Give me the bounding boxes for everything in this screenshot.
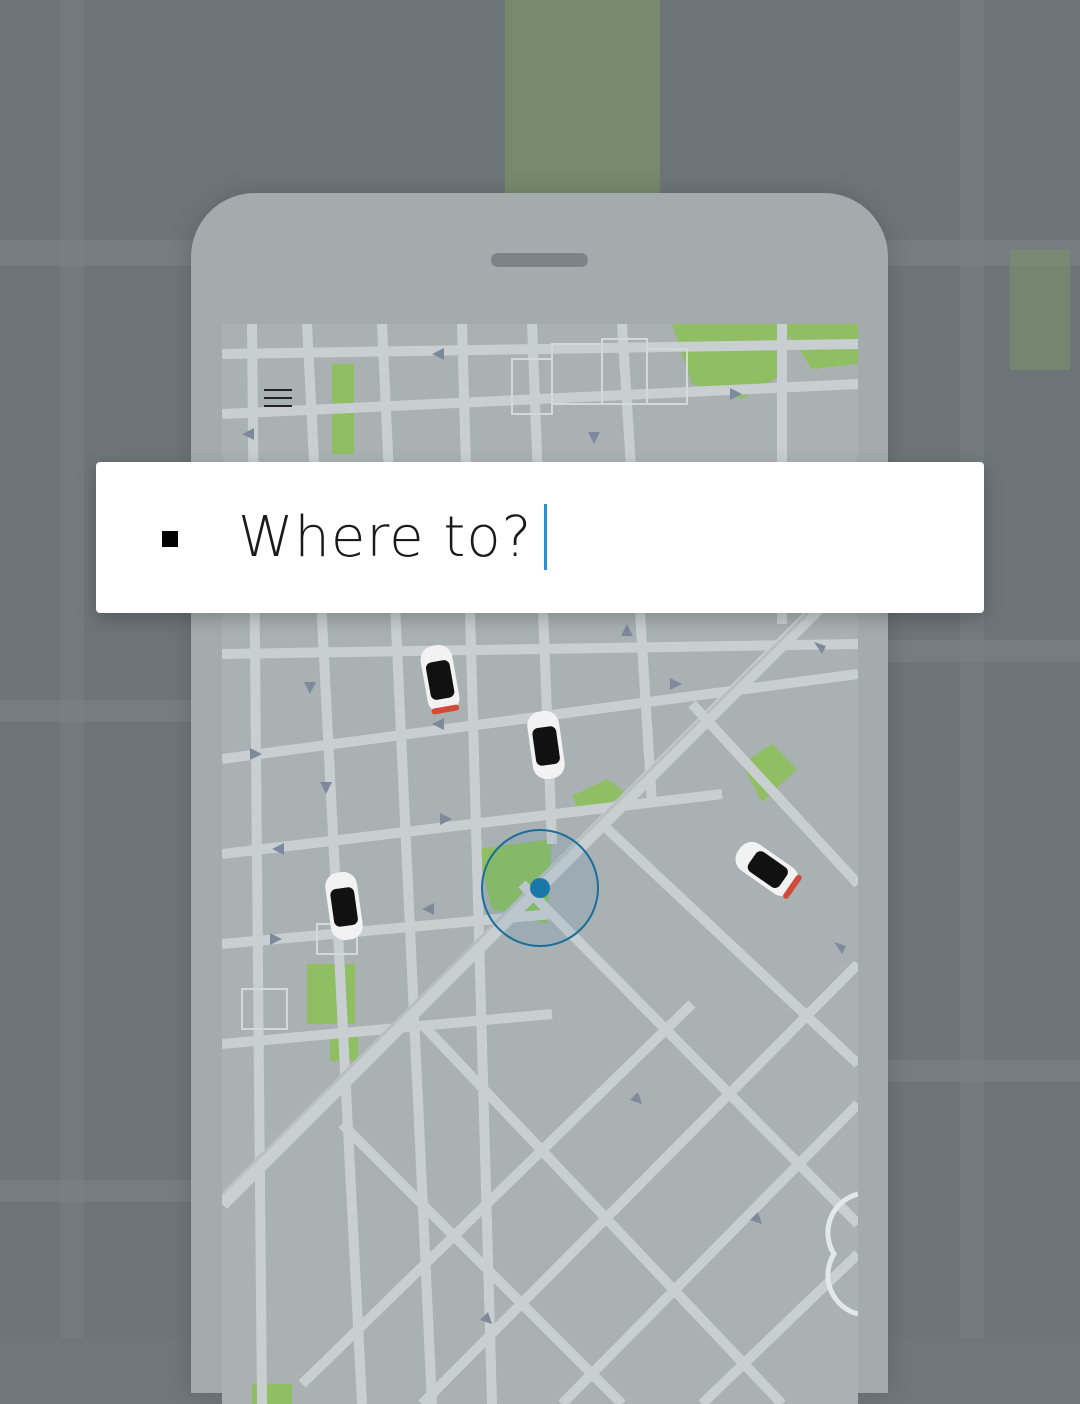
current-location-dot-icon bbox=[530, 878, 550, 898]
park bbox=[307, 964, 355, 1024]
where-to-search-box[interactable]: Where to? bbox=[96, 462, 984, 613]
text-caret bbox=[544, 503, 548, 570]
search-input[interactable]: Where to? bbox=[238, 502, 548, 574]
search-placeholder-text: Where to? bbox=[238, 505, 533, 570]
menu-line bbox=[264, 397, 292, 399]
phone-frame bbox=[191, 193, 888, 1404]
menu-line bbox=[264, 405, 292, 407]
square-marker-icon bbox=[162, 531, 178, 547]
phone-speaker bbox=[491, 253, 588, 267]
hamburger-menu-icon[interactable] bbox=[258, 381, 298, 415]
menu-line bbox=[264, 389, 292, 391]
